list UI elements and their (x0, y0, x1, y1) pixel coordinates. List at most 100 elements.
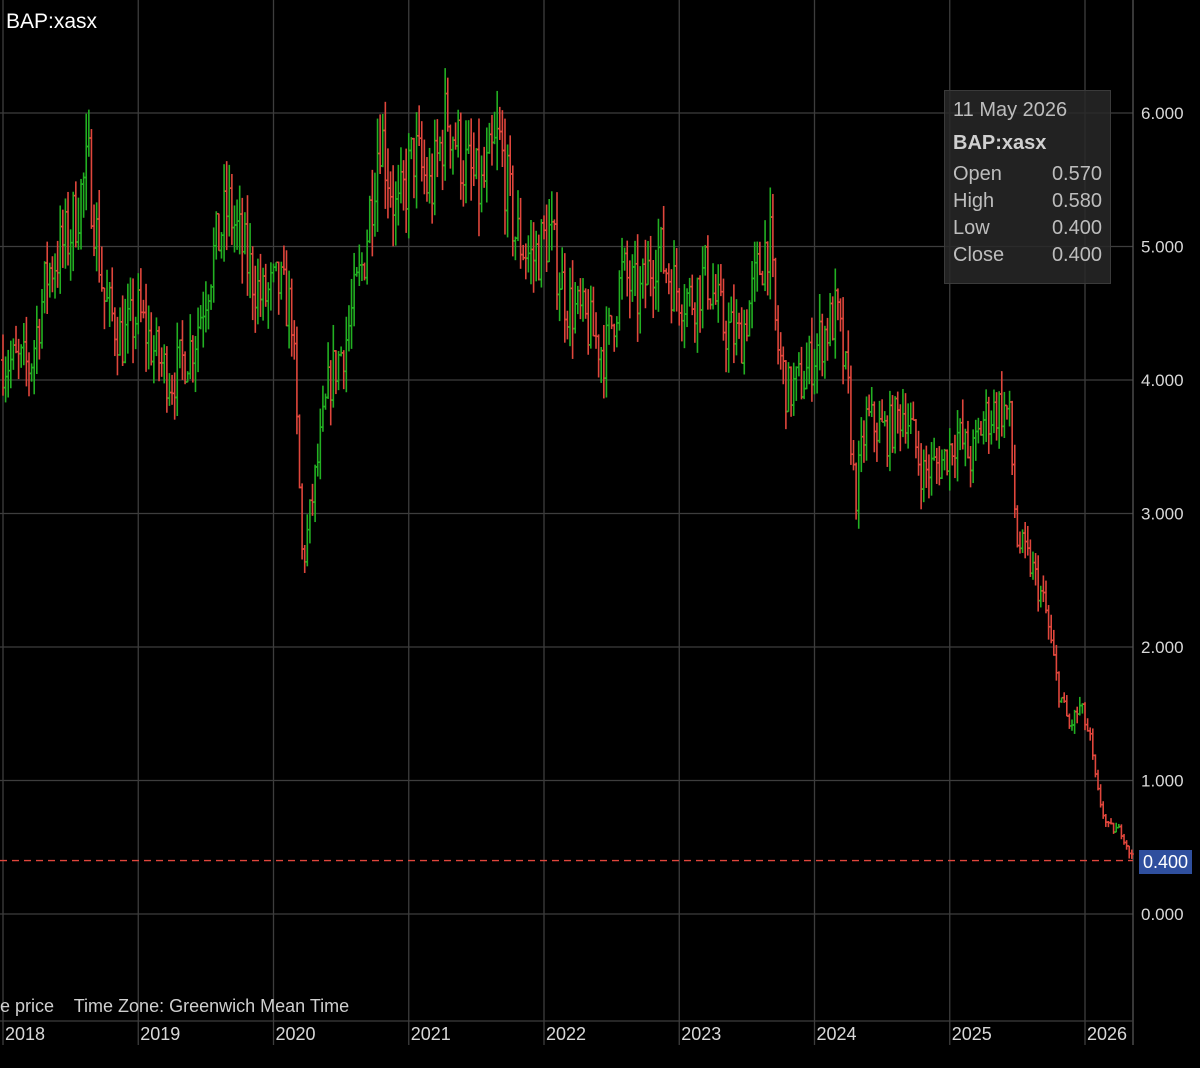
ohlc-bar (963, 428, 968, 467)
ohlc-bar (763, 220, 768, 292)
ohlc-bar (50, 256, 55, 293)
ohlc-bar (921, 449, 926, 503)
ohlc-bar (794, 366, 799, 401)
ohlc-bar (151, 335, 156, 384)
ohlc-bar (596, 334, 601, 378)
ohlc-bar (118, 307, 123, 356)
ohlc-bar (939, 449, 944, 479)
x-tick-label: 2024 (817, 1024, 857, 1044)
ohlc-bar (45, 241, 50, 315)
ohlc-bar (643, 239, 648, 309)
tooltip-row-high: High 0.580 (953, 190, 1102, 217)
ohlc-bar (411, 137, 416, 199)
ohlc-bar (934, 447, 939, 484)
ohlc-bar (1127, 845, 1132, 859)
ohlc-bar (825, 317, 830, 361)
ohlc-bar (776, 305, 781, 365)
ohlc-bar (802, 370, 807, 400)
ohlc-bar (73, 181, 78, 248)
ohlc-bar (149, 312, 154, 366)
ohlc-bar (867, 394, 872, 417)
ohlc-bar (911, 401, 916, 421)
ohlc-bar (502, 118, 507, 235)
ohlc-bar (700, 246, 705, 329)
ohlc-bar (677, 288, 682, 326)
ohlc-bar (287, 270, 292, 349)
ohlc-bar (120, 295, 125, 366)
ohlc-bar (456, 109, 461, 158)
ohlc-bar (66, 191, 71, 266)
ohlc-bar (6, 349, 11, 398)
ohlc-bar (232, 205, 237, 253)
ohlc-bar (734, 299, 739, 356)
ohlc-bar (398, 147, 403, 204)
ohlc-bar (331, 324, 336, 408)
tooltip-label: Low (953, 217, 990, 239)
ohlc-bar (893, 396, 898, 454)
ohlc-bar (635, 234, 640, 342)
ohlc-bar (40, 289, 45, 349)
ohlc-bar (248, 223, 253, 299)
ohlc-bar (656, 218, 661, 312)
ohlc-bar (630, 254, 635, 302)
ohlc-bar (869, 386, 874, 418)
ohlc-bar (141, 299, 146, 319)
ohlc-bar (58, 205, 63, 294)
ohlc-bar (469, 118, 474, 201)
ohlc-bar (614, 316, 619, 348)
ohlc-bar (518, 197, 523, 269)
ohlc-bar (534, 230, 539, 282)
ohlc-bar (620, 237, 625, 300)
ohlc-bar (162, 344, 167, 384)
ohlc-bar (216, 212, 221, 252)
ohlc-bar (284, 250, 289, 327)
ohlc-bar (86, 109, 91, 157)
ohlc-bar (1036, 555, 1041, 612)
ohlc-bar (960, 399, 965, 450)
ohlc-bar (997, 391, 1002, 449)
ohlc-bar (1025, 525, 1030, 556)
ohlc-bar (991, 389, 996, 434)
ohlc-bar (950, 443, 955, 466)
ohlc-bar (102, 287, 107, 330)
ohlc-bar (973, 419, 978, 461)
y-tick-label: 5.000 (1141, 238, 1184, 257)
ohlc-bar (513, 236, 518, 261)
ohlc-bar (443, 68, 448, 181)
ohlc-bar (880, 399, 885, 423)
ohlc-bar (190, 335, 195, 383)
tooltip-label: Open (953, 163, 1002, 185)
x-tick-label: 2019 (140, 1024, 180, 1044)
ohlc-bar (638, 266, 643, 334)
ohlc-bar (770, 193, 775, 278)
ohlc-bar (562, 253, 567, 343)
ohlc-bar (167, 373, 172, 406)
ohlc-bar (193, 336, 198, 393)
ohlc-bar (703, 244, 708, 276)
ohlc-bar (136, 273, 141, 335)
ohlc-bar (750, 261, 755, 329)
ohlc-bar (659, 226, 664, 273)
y-tick-label: 3.000 (1141, 505, 1184, 524)
ohlc-bar (154, 317, 159, 357)
ohlc-bar (417, 105, 422, 146)
ohlc-bar (250, 246, 255, 321)
ohlc-bar (268, 262, 273, 311)
x-tick-label: 2020 (276, 1024, 316, 1044)
ohlc-bar (815, 333, 820, 394)
ohlc-bar (968, 446, 973, 488)
ohlc-bar (323, 393, 328, 410)
ohlc-bar (924, 445, 929, 488)
ohlc-bar (315, 443, 320, 477)
ohlc-bar (463, 120, 468, 204)
ohlc-bar (424, 157, 429, 202)
ohlc-bar (112, 307, 117, 357)
ohlc-bar (1072, 709, 1077, 734)
last-price-badge: 0.400 (1139, 850, 1192, 874)
ohlc-bar (661, 205, 666, 274)
ohlc-bar (450, 136, 455, 175)
ohlc-bar (375, 118, 380, 232)
ohlc-bar (71, 191, 76, 272)
ohlc-bar (305, 514, 310, 567)
ohlc-bar (430, 153, 435, 224)
